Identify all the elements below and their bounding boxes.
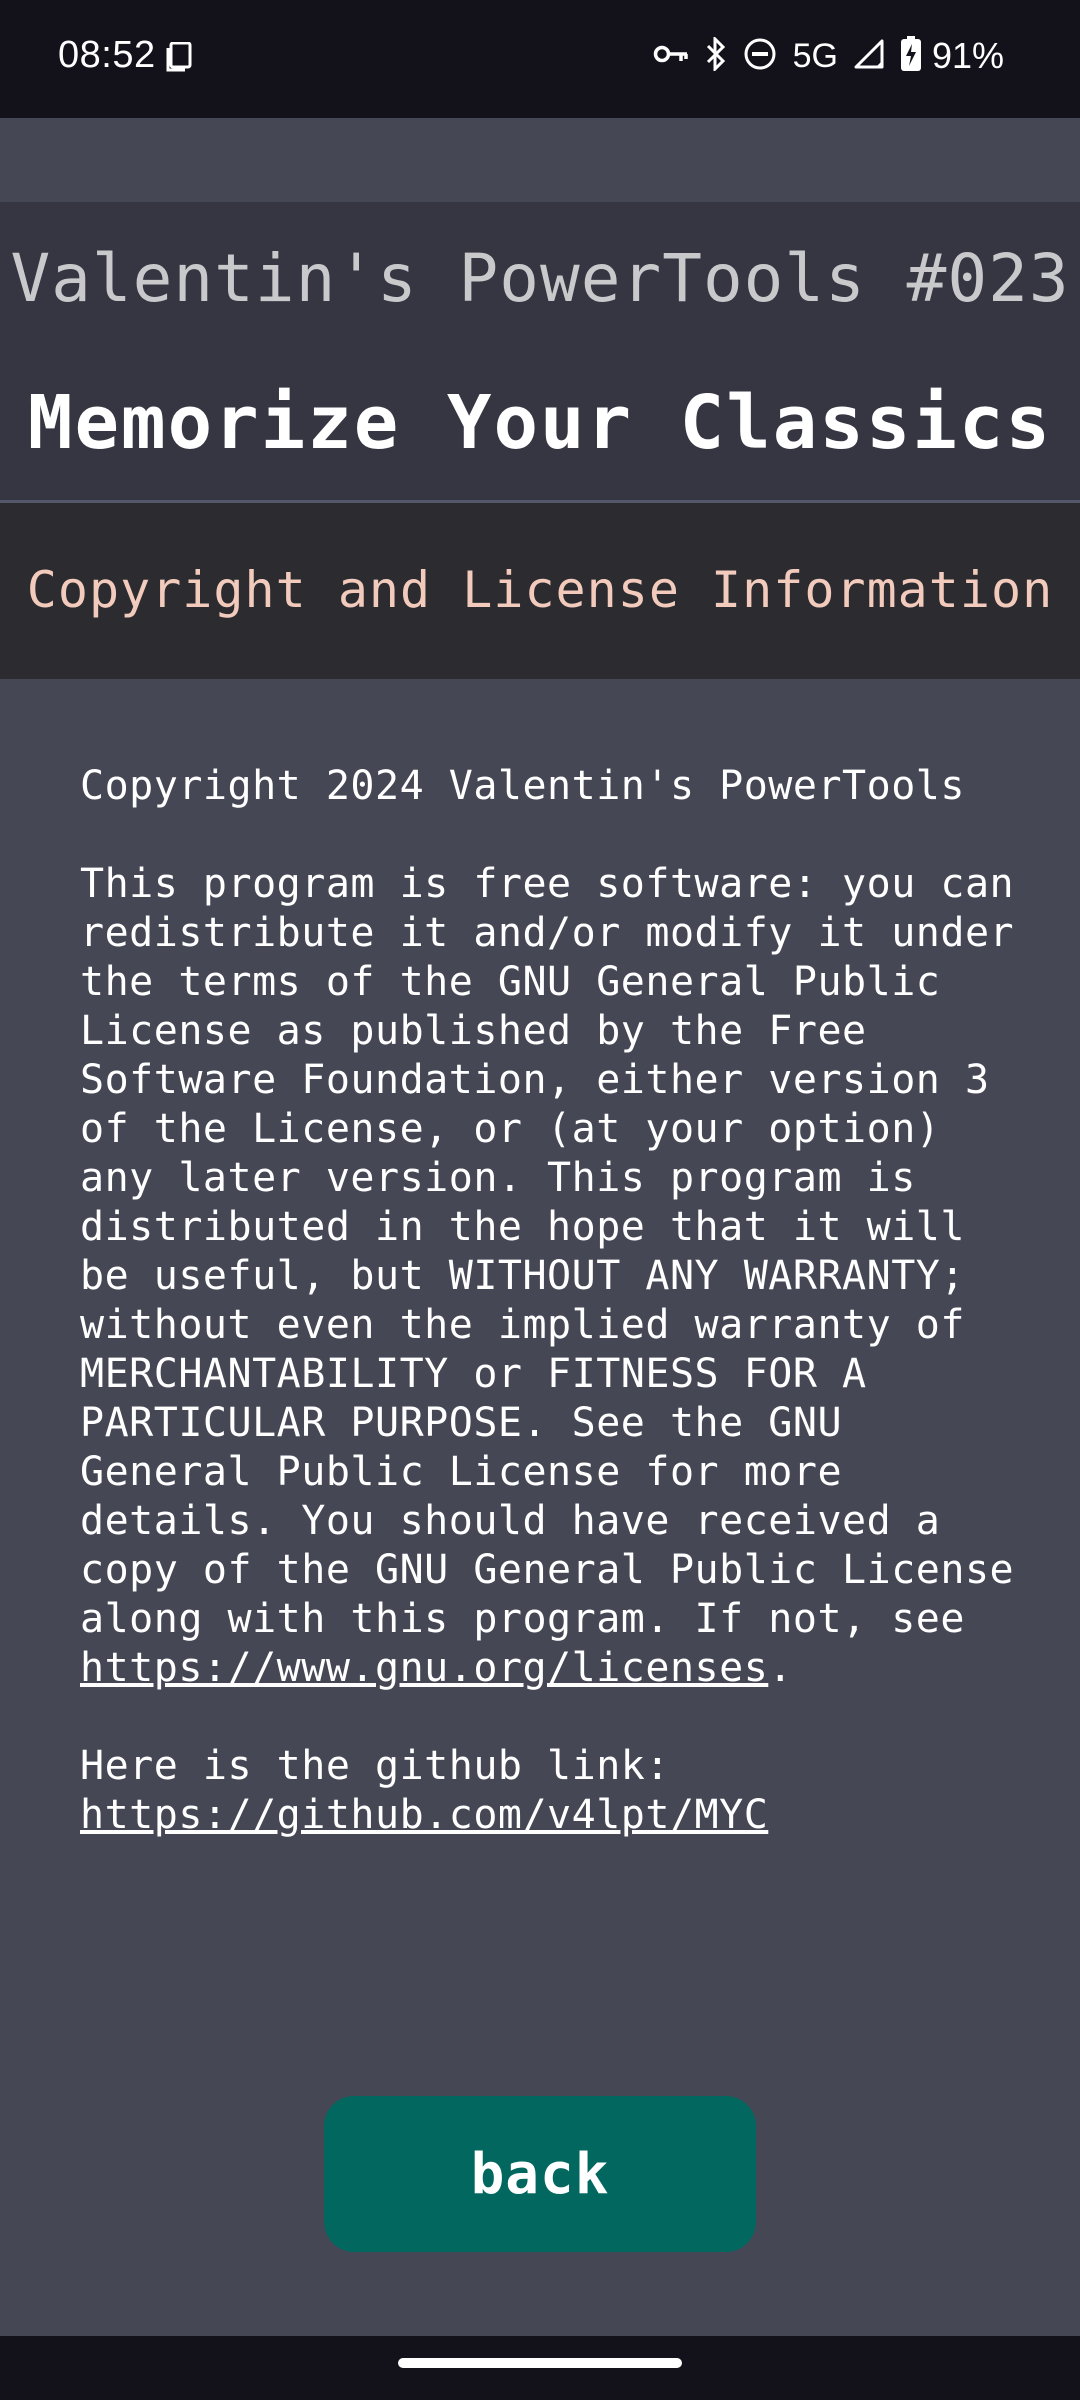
gpl-license-link[interactable]: https://www.gnu.org/licenses bbox=[80, 1645, 768, 1691]
battery-percent: 91% bbox=[931, 35, 1004, 76]
screenshot-icon bbox=[166, 41, 192, 72]
gpl-text: This program is free software: you can r… bbox=[80, 861, 1015, 1642]
gpl-link-suffix: . bbox=[768, 1645, 793, 1691]
license-screen: 08:52 5G 91% Valentin's PowerTools #023 … bbox=[0, 0, 1080, 2400]
header: Valentin's PowerTools #023 Memorize Your… bbox=[0, 202, 1080, 500]
status-bar: 08:52 5G 91% bbox=[0, 0, 1080, 118]
app-bar bbox=[0, 118, 1080, 202]
github-prefix: Here is the github link: bbox=[80, 1743, 670, 1789]
navigation-bar bbox=[0, 2336, 1080, 2400]
license-text: Copyright 2024 Valentin's PowerTools Thi… bbox=[80, 762, 1020, 1840]
status-icons: 5G 91% bbox=[653, 34, 1004, 78]
vpn-key-icon bbox=[653, 43, 689, 70]
section-title: Copyright and License Information bbox=[26, 561, 1054, 619]
status-time: 08:52 bbox=[58, 34, 156, 76]
app-title: Memorize Your Classics bbox=[27, 380, 1053, 466]
battery-charging-icon bbox=[900, 35, 922, 77]
network-type: 5G bbox=[792, 36, 838, 75]
signal-icon bbox=[854, 39, 884, 74]
do-not-disturb-icon bbox=[743, 37, 777, 76]
bluetooth-icon bbox=[705, 34, 727, 76]
brand-name: Valentin's PowerTools #023 bbox=[10, 240, 1070, 317]
back-button[interactable]: back bbox=[324, 2096, 756, 2252]
gpl-paragraph: This program is free software: you can r… bbox=[80, 860, 1020, 1693]
github-link[interactable]: https://github.com/v4lpt/MYC bbox=[80, 1792, 768, 1838]
section-header: Copyright and License Information bbox=[0, 503, 1080, 679]
copyright-line: Copyright 2024 Valentin's PowerTools bbox=[80, 763, 965, 809]
github-paragraph: Here is the github link: https://github.… bbox=[80, 1742, 1020, 1840]
home-gesture-handle[interactable] bbox=[398, 2358, 682, 2368]
